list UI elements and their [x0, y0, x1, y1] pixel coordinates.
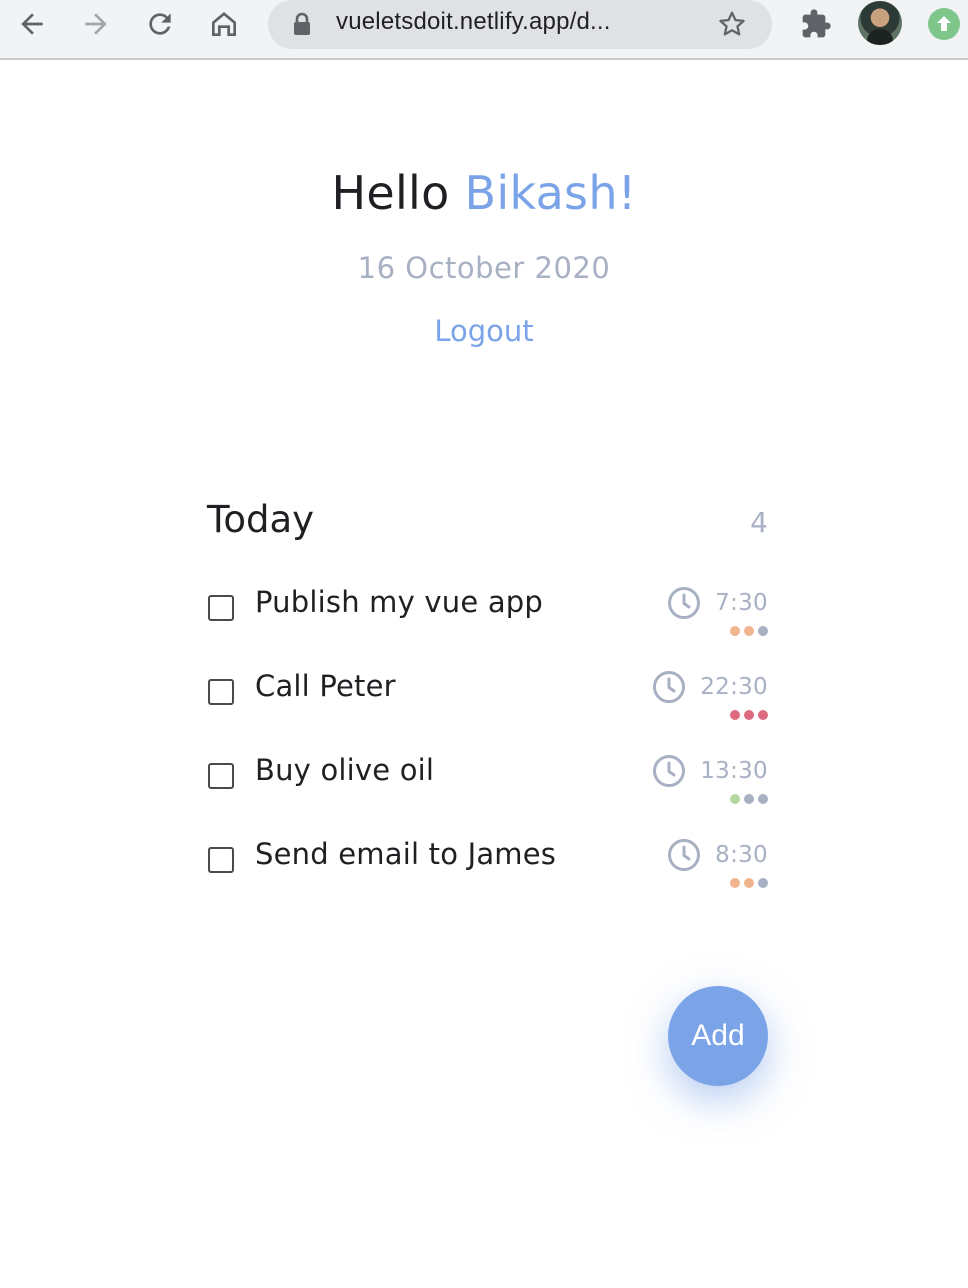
task-item: Send email to James 8:30 [207, 837, 768, 900]
priority-dot [758, 626, 768, 636]
clock-icon [668, 587, 701, 619]
greeting-heading: Hello Bikash! [0, 164, 968, 222]
home-icon[interactable] [204, 6, 244, 42]
priority-dot [744, 794, 754, 804]
profile-avatar[interactable] [858, 1, 902, 45]
clock-icon [653, 671, 686, 703]
priority-dot [758, 794, 768, 804]
add-task-button[interactable]: Add [668, 986, 768, 1086]
task-time: 7:30 [715, 590, 768, 616]
task-meta: 7:30 [667, 586, 768, 620]
task-checkbox[interactable] [208, 847, 234, 873]
priority-dots [730, 626, 768, 636]
task-count: 4 [750, 506, 768, 539]
task-time: 22:30 [700, 674, 768, 700]
update-arrow-icon[interactable] [928, 8, 960, 40]
extensions-puzzle-icon[interactable] [796, 6, 836, 42]
priority-dot [730, 878, 740, 888]
task-title: Call Peter [255, 669, 396, 703]
task-item: Publish my vue app 7:30 [207, 585, 768, 648]
forward-arrow-icon[interactable] [76, 6, 116, 42]
task-meta: 22:30 [652, 670, 768, 704]
priority-dot [744, 626, 754, 636]
priority-dot [730, 626, 740, 636]
task-item: Call Peter 22:30 [207, 669, 768, 732]
clock-icon [653, 755, 686, 787]
browser-toolbar: vueletsdoit.netlify.app/d... [0, 0, 968, 60]
task-time: 8:30 [715, 842, 768, 868]
task-checkbox[interactable] [208, 595, 234, 621]
task-title: Publish my vue app [255, 585, 544, 619]
star-icon[interactable] [716, 8, 748, 44]
priority-dot [730, 710, 740, 720]
priority-dot [744, 710, 754, 720]
task-item: Buy olive oil 13:30 [207, 753, 768, 816]
back-arrow-icon[interactable] [12, 6, 52, 42]
section-title: Today [207, 498, 315, 541]
address-url[interactable]: vueletsdoit.netlify.app/d... [336, 8, 611, 36]
priority-dots [730, 710, 768, 720]
priority-dot [744, 878, 754, 888]
current-date: 16 October 2020 [357, 251, 611, 285]
task-checkbox[interactable] [208, 763, 234, 789]
priority-dot [758, 710, 768, 720]
user-name: Bikash! [464, 166, 637, 220]
address-bar[interactable]: vueletsdoit.netlify.app/d... [268, 0, 772, 49]
priority-dots [730, 794, 768, 804]
lock-icon [292, 12, 312, 40]
clock-icon [668, 839, 701, 871]
task-title: Send email to James [255, 837, 557, 871]
priority-dot [758, 878, 768, 888]
task-meta: 13:30 [652, 754, 768, 788]
task-time: 13:30 [700, 758, 768, 784]
task-title: Buy olive oil [255, 753, 435, 787]
logout-link[interactable]: Logout [0, 314, 968, 348]
greeting-text: Hello [331, 166, 450, 220]
task-checkbox[interactable] [208, 679, 234, 705]
priority-dots [730, 878, 768, 888]
task-meta: 8:30 [667, 838, 768, 872]
priority-dot [730, 794, 740, 804]
reload-icon[interactable] [140, 6, 180, 42]
